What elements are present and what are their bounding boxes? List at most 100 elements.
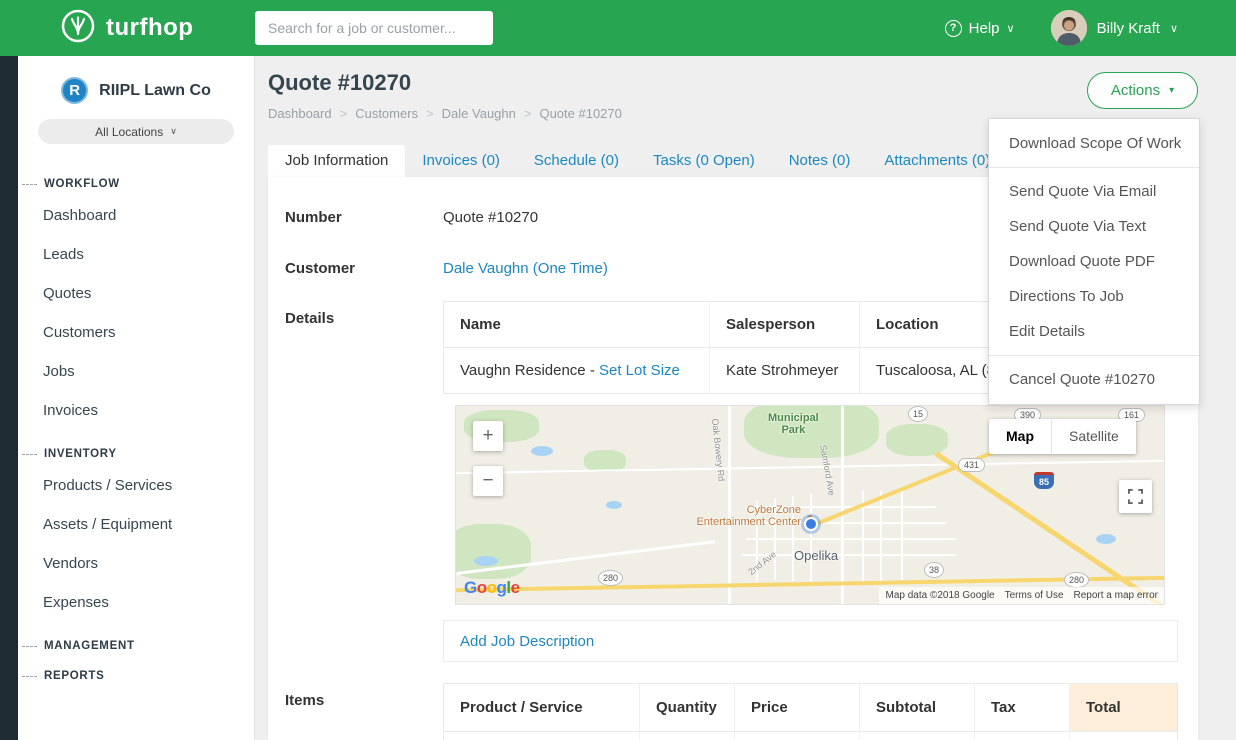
road <box>746 538 956 540</box>
menu-divider <box>989 167 1199 168</box>
tab-attachments[interactable]: Attachments (0) <box>867 145 1007 177</box>
google-logo: Google <box>464 578 520 598</box>
details-header-salesperson: Salesperson <box>709 302 859 347</box>
items-header-total: Total <box>1069 684 1177 731</box>
brand-name: turfhop <box>106 14 193 42</box>
items-body-row <box>444 732 1177 740</box>
breadcrumb-customers[interactable]: Customers <box>355 106 418 121</box>
user-menu[interactable]: Billy Kraft ∨ <box>1051 10 1178 46</box>
brand-logo[interactable]: turfhop <box>0 8 255 49</box>
zoom-in-button[interactable]: + <box>473 421 503 451</box>
caret-down-icon: ▾ <box>1169 85 1174 96</box>
map-type-map-button[interactable]: Map <box>989 419 1051 454</box>
tab-job-information[interactable]: Job Information <box>268 145 405 177</box>
help-label: Help <box>969 20 1000 37</box>
items-header-product: Product / Service <box>444 684 639 731</box>
nav-section-reports[interactable]: REPORTS <box>22 670 254 682</box>
nav-section-workflow: WORKFLOW <box>22 178 254 190</box>
add-job-description-link[interactable]: Add Job Description <box>460 633 594 650</box>
actions-button[interactable]: Actions ▾ <box>1087 72 1198 109</box>
menu-item-directions-to-job[interactable]: Directions To Job <box>989 279 1199 314</box>
details-label: Details <box>285 310 334 327</box>
menu-item-send-quote-text[interactable]: Send Quote Via Text <box>989 209 1199 244</box>
sidebar-item-customers[interactable]: Customers <box>18 313 254 352</box>
tab-schedule[interactable]: Schedule (0) <box>517 145 636 177</box>
search-input[interactable] <box>255 11 493 45</box>
sidebar-item-assets-equipment[interactable]: Assets / Equipment <box>18 505 254 544</box>
items-header-price: Price <box>734 684 859 731</box>
dash-decoration <box>22 184 37 185</box>
items-header-tax: Tax <box>974 684 1069 731</box>
top-bar: turfhop ? Help ∨ Billy Kraft ∨ <box>0 0 1236 56</box>
main-content: Quote #10270 Dashboard > Customers > Dal… <box>255 56 1236 740</box>
dash-decoration <box>22 676 37 677</box>
report-map-error-link[interactable]: Report a map error <box>1074 590 1158 601</box>
park-area <box>886 424 948 456</box>
map-label-city: Opelika <box>794 548 838 563</box>
sidebar-item-expenses[interactable]: Expenses <box>18 583 254 622</box>
zoom-out-button[interactable]: − <box>473 466 503 496</box>
company-logo: R <box>61 77 88 104</box>
sidebar-item-vendors[interactable]: Vendors <box>18 544 254 583</box>
road <box>901 491 903 581</box>
nav-section-management[interactable]: MANAGEMENT <box>22 640 254 652</box>
breadcrumb-customer-name[interactable]: Dale Vaughn <box>442 106 516 121</box>
terms-of-use-link[interactable]: Terms of Use <box>1005 590 1064 601</box>
tab-notes[interactable]: Notes (0) <box>772 145 868 177</box>
menu-item-download-quote-pdf[interactable]: Download Quote PDF <box>989 244 1199 279</box>
sidebar-item-dashboard[interactable]: Dashboard <box>18 196 254 235</box>
items-label: Items <box>285 692 324 709</box>
water-area <box>606 501 622 509</box>
help-icon: ? <box>945 20 962 37</box>
map-type-satellite-button[interactable]: Satellite <box>1051 419 1136 454</box>
map-attribution: Map data ©2018 Google Terms of Use Repor… <box>879 587 1164 604</box>
menu-item-send-quote-email[interactable]: Send Quote Via Email <box>989 174 1199 209</box>
route-shield: 431 <box>958 458 985 472</box>
sidebar-item-invoices[interactable]: Invoices <box>18 391 254 430</box>
route-shield-interstate: 85 <box>1034 472 1054 489</box>
route-shield: 38 <box>924 562 944 578</box>
sidebar-item-quotes[interactable]: Quotes <box>18 274 254 313</box>
sidebar-accent-strip <box>0 56 18 740</box>
map-data-credit: Map data ©2018 Google <box>885 590 994 601</box>
details-header-name: Name <box>444 302 709 347</box>
customer-name-link[interactable]: Dale Vaughn <box>443 260 529 277</box>
sidebar: R RIIPL Lawn Co All Locations ∨ WORKFLOW… <box>0 56 255 740</box>
locations-label: All Locations <box>95 125 163 139</box>
details-cell-name: Vaughn Residence - Set Lot Size <box>444 348 709 393</box>
water-area <box>1096 534 1116 544</box>
road <box>456 460 1165 474</box>
sidebar-item-leads[interactable]: Leads <box>18 235 254 274</box>
menu-item-download-scope[interactable]: Download Scope Of Work <box>989 126 1199 161</box>
chevron-down-icon: ∨ <box>170 126 177 137</box>
menu-divider <box>989 355 1199 356</box>
breadcrumb: Dashboard > Customers > Dale Vaughn > Qu… <box>268 106 622 121</box>
details-cell-salesperson: Kate Strohmeyer <box>709 348 859 393</box>
user-name: Billy Kraft <box>1097 20 1160 37</box>
company-name: RIIPL Lawn Co <box>99 82 211 100</box>
chevron-down-icon: ∨ <box>1170 22 1178 35</box>
help-menu[interactable]: ? Help ∨ <box>945 20 1015 37</box>
map-label-park: Municipal Park <box>768 412 819 436</box>
tab-invoices[interactable]: Invoices (0) <box>405 145 517 177</box>
menu-item-edit-details[interactable]: Edit Details <box>989 314 1199 349</box>
items-header-subtotal: Subtotal <box>859 684 974 731</box>
breadcrumb-dashboard[interactable]: Dashboard <box>268 106 332 121</box>
fullscreen-button[interactable] <box>1119 480 1152 513</box>
turfhop-icon <box>60 8 96 49</box>
items-header-quantity: Quantity <box>639 684 734 731</box>
water-area <box>531 446 553 456</box>
breadcrumb-separator: > <box>340 106 348 121</box>
sidebar-item-jobs[interactable]: Jobs <box>18 352 254 391</box>
map-type-toggle: Map Satellite <box>989 419 1136 454</box>
number-value: Quote #10270 <box>443 209 538 226</box>
menu-item-cancel-quote[interactable]: Cancel Quote #10270 <box>989 362 1199 397</box>
breadcrumb-separator: > <box>524 106 532 121</box>
sidebar-item-products-services[interactable]: Products / Services <box>18 466 254 505</box>
customer-type-link[interactable]: One Time <box>538 260 603 277</box>
tab-tasks[interactable]: Tasks (0 Open) <box>636 145 772 177</box>
set-lot-size-link[interactable]: Set Lot Size <box>599 362 680 379</box>
locations-selector[interactable]: All Locations ∨ <box>38 119 234 144</box>
sidebar-nav: WORKFLOW Dashboard Leads Quotes Customer… <box>18 178 254 682</box>
map-canvas[interactable]: Municipal Park CyberZone Entertainment C… <box>455 405 1165 605</box>
